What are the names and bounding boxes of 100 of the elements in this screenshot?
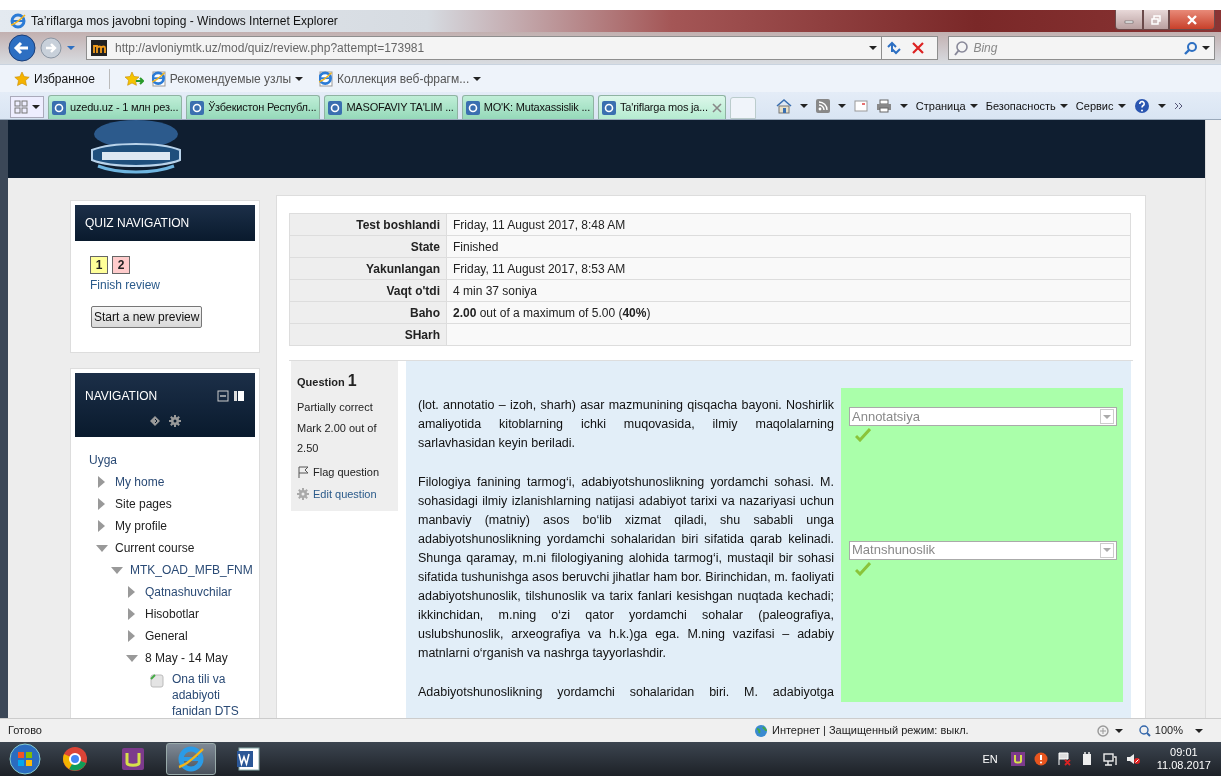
dock-icon[interactable] (233, 390, 245, 402)
caret-icon[interactable] (868, 46, 877, 50)
question-text: Adabiyotshunoslikning yordamchi sohalaridan biri. M. adabiyotga (418, 684, 835, 701)
question-button[interactable]: 1 (90, 256, 108, 274)
tree-item[interactable]: Current course (109, 539, 195, 557)
clock-date[interactable]: 11.08.2017 (1156, 759, 1211, 772)
zoom-level[interactable]: 100% (1154, 722, 1183, 739)
expanded-arrow-icon[interactable] (126, 655, 138, 663)
network-icon[interactable] (1102, 752, 1117, 766)
expanded-arrow-icon[interactable] (96, 545, 108, 553)
field-label: SHarh (289, 323, 447, 346)
volume-muted-icon[interactable] (1125, 752, 1140, 766)
finish-review-link[interactable]: Finish review (90, 278, 161, 292)
caret-icon[interactable] (1114, 728, 1123, 733)
flag-icon[interactable] (297, 465, 309, 478)
search-icon[interactable] (1184, 41, 1198, 55)
tree-link[interactable]: Qatnashuvchilar (139, 583, 232, 601)
flag-icon[interactable] (1056, 752, 1071, 766)
refresh-icon[interactable] (885, 41, 902, 55)
flag-question-link[interactable]: Flag question (313, 463, 380, 480)
caret-icon[interactable] (1059, 103, 1068, 108)
favorites-link[interactable]: Коллекция веб-фрагм... (337, 69, 470, 88)
collapsed-arrow-icon[interactable] (128, 630, 136, 642)
stop-icon[interactable] (911, 42, 924, 54)
browser-logo-icon[interactable] (177, 745, 205, 773)
tree-link[interactable]: MTK_OAD_MFB_FNM (124, 561, 253, 579)
collapsed-arrow-icon[interactable] (98, 498, 106, 510)
tree-item[interactable]: 8 May - 14 May (139, 649, 228, 667)
tree-item[interactable]: My profile (109, 517, 167, 535)
mail-icon[interactable] (853, 99, 868, 112)
page-icon (319, 70, 333, 87)
collapsed-arrow-icon[interactable] (128, 586, 136, 598)
browser-tab[interactable]: MASOFAVIY TA'LIM ... (324, 95, 458, 119)
move-icon[interactable] (149, 415, 161, 427)
forward-icon[interactable] (40, 37, 62, 59)
browser-tab[interactable]: Ўзбекистон Республ... (186, 95, 321, 119)
tree-link[interactable]: Uyga (89, 451, 117, 469)
caret-icon[interactable] (1202, 46, 1210, 50)
print-icon[interactable] (875, 98, 892, 113)
favorites-button[interactable]: Избранное (34, 69, 95, 88)
back-icon[interactable] (8, 34, 36, 62)
status-text: Готово (8, 723, 42, 739)
document-app-icon[interactable] (235, 745, 263, 773)
question-button[interactable]: 2 (112, 256, 130, 274)
caret-icon[interactable] (295, 76, 303, 81)
tree-item[interactable]: Hisobotlar (139, 605, 200, 623)
browser-tab[interactable]: MO'K: Mutaxassislik ... (461, 95, 595, 119)
field-value: Friday, 11 August 2017, 8:48 AM (446, 213, 1131, 236)
chevron-icon[interactable] (1173, 100, 1184, 111)
collapse-icon[interactable] (217, 390, 229, 402)
tree-link[interactable]: My home (109, 473, 165, 491)
add-favorite-icon[interactable] (123, 70, 144, 87)
feed-icon[interactable] (815, 98, 830, 113)
caret-icon[interactable] (1157, 103, 1166, 108)
clock-time[interactable]: 09:01 (1170, 746, 1198, 759)
dropdown-icon[interactable] (66, 44, 76, 52)
language-indicator[interactable]: EN (982, 750, 998, 768)
collapsed-arrow-icon[interactable] (98, 520, 106, 532)
start-preview-button[interactable]: Start a new preview (91, 306, 203, 328)
close-tab-icon[interactable] (711, 102, 722, 113)
caret-icon[interactable] (899, 103, 908, 108)
site-icon (52, 100, 66, 115)
close-icon[interactable] (1186, 14, 1198, 25)
tree-item[interactable]: General (139, 627, 188, 645)
caret-icon[interactable] (799, 103, 808, 108)
security-zone-text: Интернет | Защищенный режим: выкл. (771, 723, 969, 739)
browser-icon[interactable] (61, 745, 89, 773)
caret-icon[interactable] (969, 103, 978, 108)
menu-button[interactable]: Безопасность (985, 97, 1056, 114)
app-icon[interactable] (119, 745, 147, 773)
alert-icon[interactable] (1033, 752, 1048, 766)
expanded-arrow-icon[interactable] (111, 567, 123, 575)
browser-tab[interactable]: uzedu.uz - 1 млн рез... (48, 95, 183, 119)
tree-item[interactable]: Site pages (109, 495, 172, 513)
help-icon[interactable] (1133, 97, 1150, 114)
tree-link[interactable]: Ona tili va adabiyoti fanidan DTS (166, 671, 241, 718)
scrollbar[interactable] (1205, 120, 1221, 718)
browser-tab[interactable]: Ta'riflarga mos ja... (598, 95, 726, 119)
address-field[interactable]: http://avloniymtk.uz/mod/quiz/review.php?attempt=173981 (86, 36, 882, 60)
caret-icon[interactable] (837, 103, 846, 108)
favorites-link[interactable]: Рекомендуемые узлы (169, 69, 291, 88)
menu-button[interactable]: Сервис (1075, 97, 1114, 114)
zoom-icon[interactable] (1138, 724, 1151, 737)
collapsed-arrow-icon[interactable] (98, 476, 106, 488)
field-label: State (289, 235, 447, 258)
question-status: Partially correct (297, 400, 374, 415)
page-icon (150, 674, 164, 688)
edit-question-link[interactable]: Edit question (313, 486, 377, 503)
caret-icon[interactable] (473, 76, 482, 81)
caret-icon[interactable] (32, 105, 40, 109)
settings-icon[interactable] (169, 415, 181, 427)
caret-icon[interactable] (1117, 103, 1126, 108)
app-tray-icon[interactable] (1010, 752, 1025, 766)
home-icon[interactable] (775, 97, 792, 114)
answer-select[interactable]: Matnshunoslik (849, 540, 1117, 560)
start-button-icon[interactable] (8, 743, 42, 775)
caret-icon[interactable] (1195, 728, 1203, 733)
collapsed-arrow-icon[interactable] (128, 608, 136, 620)
menu-button[interactable]: Страница (915, 97, 966, 114)
answer-select[interactable]: Annotatsiya (849, 407, 1117, 426)
